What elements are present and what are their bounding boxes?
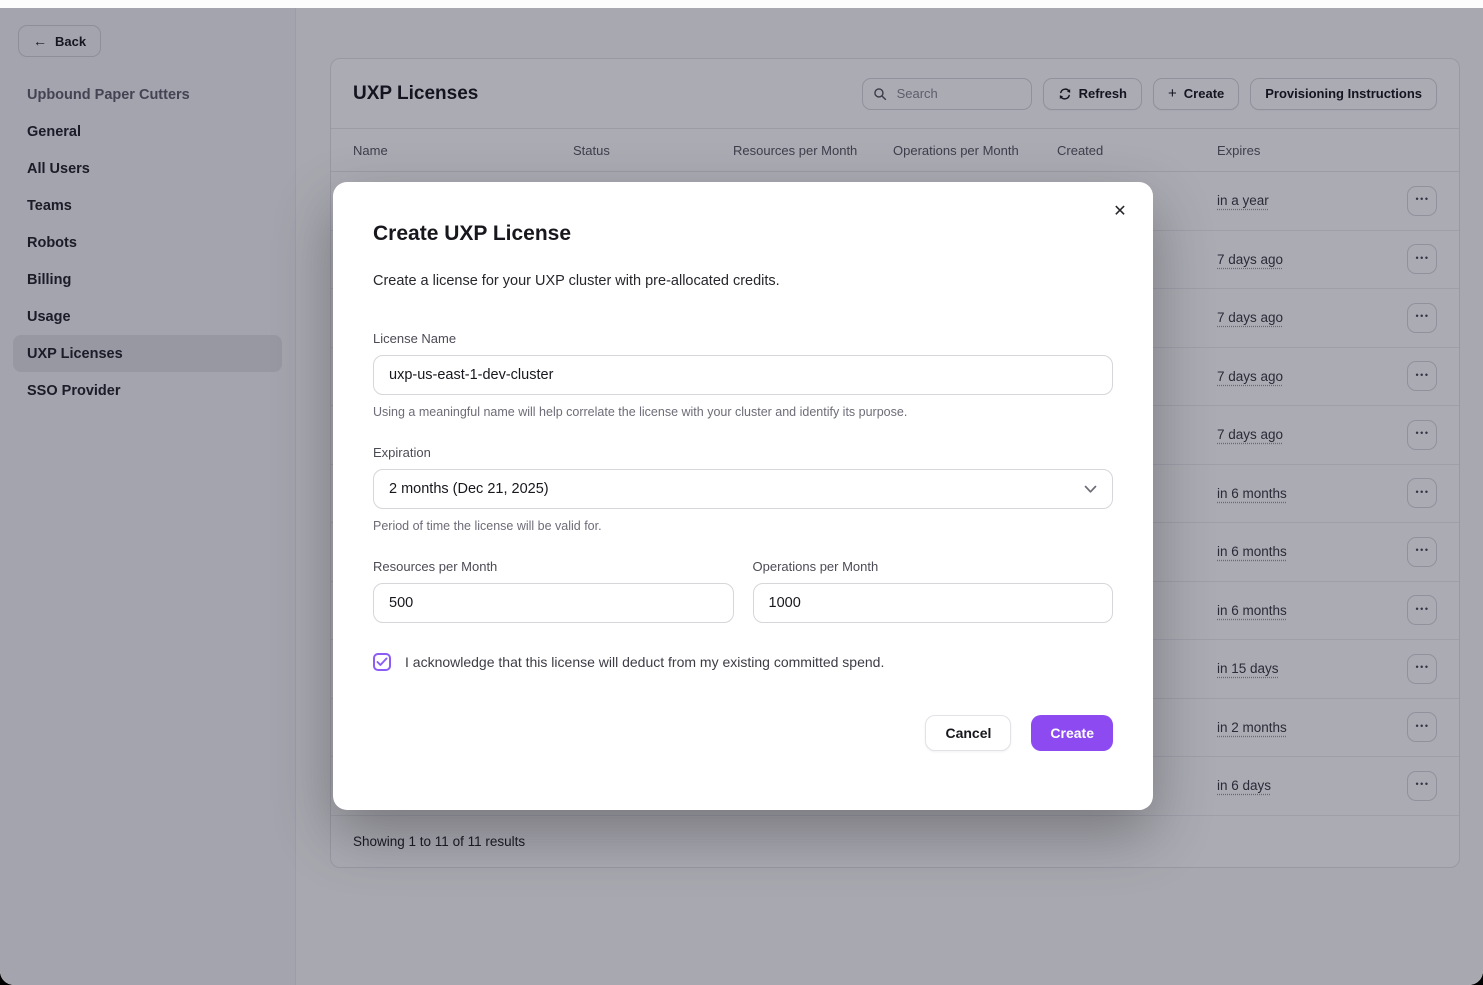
close-icon: ✕: [1113, 203, 1126, 220]
credits-fields-row: Resources per Month Operations per Month: [373, 559, 1113, 623]
create-uxp-license-modal: ✕ Create UXP License Create a license fo…: [333, 182, 1153, 810]
chevron-down-icon: [1084, 485, 1097, 494]
operations-input[interactable]: [753, 583, 1114, 623]
resources-input[interactable]: [373, 583, 734, 623]
license-name-helper: Using a meaningful name will help correl…: [373, 405, 1113, 419]
acknowledge-row: I acknowledge that this license will ded…: [373, 653, 1113, 671]
window-top-strip: [0, 0, 1483, 8]
cancel-button[interactable]: Cancel: [925, 715, 1011, 751]
operations-label: Operations per Month: [753, 559, 1114, 574]
expiration-selected-value: 2 months (Dec 21, 2025): [389, 481, 549, 497]
expiration-field-group: Expiration 2 months (Dec 21, 2025) Perio…: [373, 445, 1113, 533]
app-window: ← Back Upbound Paper Cutters General All…: [0, 0, 1483, 985]
license-name-input[interactable]: [373, 355, 1113, 395]
close-button[interactable]: ✕: [1105, 196, 1135, 226]
modal-title: Create UXP License: [373, 222, 1113, 246]
modal-create-button[interactable]: Create: [1031, 715, 1113, 751]
license-name-field-group: License Name Using a meaningful name wil…: [373, 331, 1113, 419]
resources-label: Resources per Month: [373, 559, 734, 574]
modal-description: Create a license for your UXP cluster wi…: [373, 273, 1113, 289]
expiration-label: Expiration: [373, 445, 1113, 460]
resources-field-group: Resources per Month: [373, 559, 734, 623]
expiration-helper: Period of time the license will be valid…: [373, 519, 1113, 533]
modal-footer: Cancel Create: [373, 715, 1113, 751]
checkmark-icon: [376, 657, 388, 667]
acknowledge-label: I acknowledge that this license will ded…: [405, 654, 884, 670]
operations-field-group: Operations per Month: [753, 559, 1114, 623]
expiration-select[interactable]: 2 months (Dec 21, 2025): [373, 469, 1113, 509]
license-name-label: License Name: [373, 331, 1113, 346]
acknowledge-checkbox[interactable]: [373, 653, 391, 671]
